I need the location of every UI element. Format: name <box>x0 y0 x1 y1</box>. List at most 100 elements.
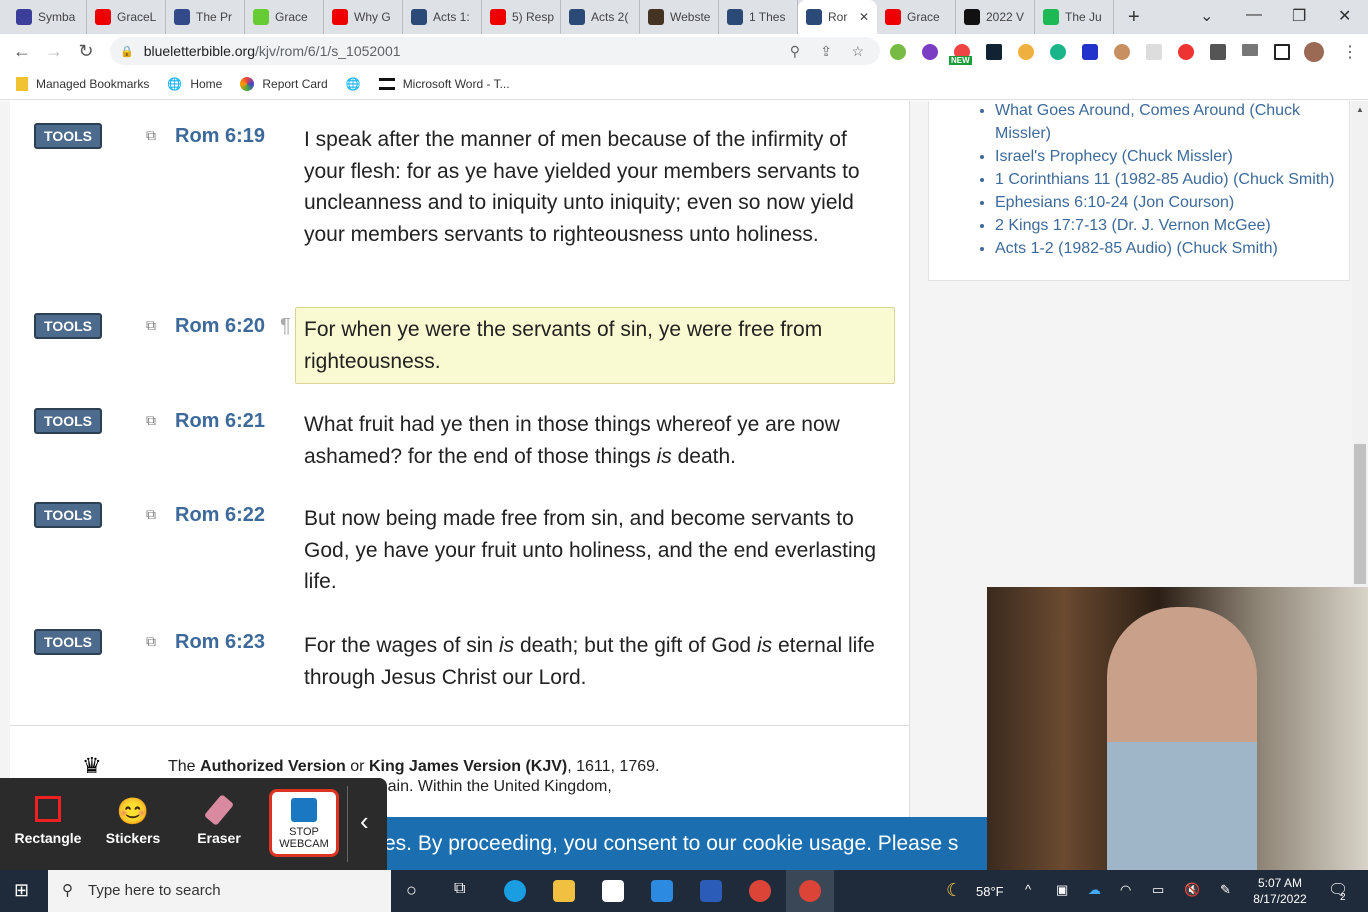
forward-icon[interactable]: → <box>38 41 70 62</box>
bookmark-star-icon[interactable]: ☆ <box>851 43 864 60</box>
tab-label: Symba <box>38 10 76 24</box>
sidebar-link[interactable]: Ephesians 6:10-24 (Jon Courson) <box>995 191 1349 214</box>
extension-icon[interactable] <box>922 44 938 60</box>
grammarly-icon[interactable] <box>1050 44 1066 60</box>
taskbar-search-input[interactable]: ⚲ Type here to search <box>48 870 391 912</box>
extension-icon[interactable] <box>1082 44 1098 60</box>
tab[interactable]: The Ju <box>1035 0 1114 34</box>
restore-button[interactable]: ❐ <box>1292 6 1306 26</box>
minimize-button[interactable]: — <box>1246 6 1262 24</box>
tab[interactable]: 2022 V <box>956 0 1035 34</box>
battery-icon[interactable]: ▭ <box>1152 882 1164 898</box>
verse-text[interactable]: For when ye were the servants of sin, ye… <box>295 307 895 385</box>
extension-icon[interactable] <box>1178 44 1194 60</box>
sidebar-link[interactable]: 1 Corinthians 11 (1982-85 Audio) (Chuck … <box>995 168 1349 191</box>
url-input[interactable]: 🔒 blueletterbible.org/kjv/rom/6/1/s_10520… <box>110 37 880 65</box>
close-window-button[interactable]: ✕ <box>1338 6 1351 26</box>
tab[interactable]: Why G <box>324 0 403 34</box>
reload-icon[interactable]: ↻ <box>70 41 102 62</box>
tools-button[interactable]: TOOLS <box>34 408 102 434</box>
eraser-tool[interactable]: Eraser <box>184 794 254 846</box>
verse-reference[interactable]: Rom 6:22 <box>175 504 265 527</box>
copy-icon[interactable]: ⧉ <box>146 412 156 429</box>
store-icon[interactable] <box>602 880 624 902</box>
sidebar-link[interactable]: Israel's Prophecy (Chuck Missler) <box>995 145 1349 168</box>
bookmark-globe[interactable]: 🌐 <box>346 77 361 91</box>
tools-button[interactable]: TOOLS <box>34 502 102 528</box>
bookmark-report-card[interactable]: Report Card <box>240 76 328 91</box>
scrollbar-thumb[interactable] <box>1354 444 1366 584</box>
verse-reference[interactable]: Rom 6:19 <box>175 125 265 148</box>
volume-muted-icon[interactable]: 🔇 <box>1184 882 1200 898</box>
sidebar-link[interactable]: 2 Kings 17:7-13 (Dr. J. Vernon McGee) <box>995 214 1349 237</box>
extension-icon[interactable] <box>1114 44 1130 60</box>
tab[interactable]: Acts 1: <box>403 0 482 34</box>
verse-reference[interactable]: Rom 6:21 <box>175 410 265 433</box>
onedrive-icon[interactable]: ☁ <box>1088 882 1101 898</box>
tab[interactable]: 1 Thes <box>719 0 798 34</box>
back-icon[interactable]: ← <box>6 41 38 62</box>
cortana-icon[interactable]: ○ <box>406 880 417 901</box>
copy-icon[interactable]: ⧉ <box>146 317 156 334</box>
tab[interactable]: Symba <box>8 0 87 34</box>
tray-chevron-icon[interactable]: ^ <box>1025 882 1031 897</box>
verse-reference[interactable]: Rom 6:20 <box>175 315 265 338</box>
pen-icon[interactable]: ✎ <box>1220 882 1231 898</box>
tab[interactable]: The Pr <box>166 0 245 34</box>
avatar[interactable] <box>1304 42 1324 62</box>
clock[interactable]: 5:07 AM 8/17/2022 <box>1250 875 1310 907</box>
tools-button[interactable]: TOOLS <box>34 123 102 149</box>
tab[interactable]: Ror ✕ <box>798 0 877 34</box>
tab[interactable]: Grace <box>877 0 956 34</box>
tab[interactable]: Webste <box>640 0 719 34</box>
verse-text[interactable]: For the wages of sin is death; but the g… <box>295 623 895 700</box>
bookmark-word[interactable]: Microsoft Word - T... <box>378 77 510 91</box>
chrome-icon[interactable] <box>749 880 771 902</box>
tools-button[interactable]: TOOLS <box>34 313 102 339</box>
extension-icon[interactable] <box>986 44 1002 60</box>
tab-search-icon[interactable]: ⌄ <box>1200 6 1213 26</box>
stop-webcam-button[interactable]: STOP WEBCAM <box>269 789 339 857</box>
copy-icon[interactable]: ⧉ <box>146 506 156 523</box>
location-icon[interactable]: ⚲ <box>790 43 800 60</box>
collapse-chevron-icon[interactable]: ‹ <box>360 806 369 837</box>
sidebar-link[interactable]: Acts 1-2 (1982-85 Audio) (Chuck Smith) <box>995 237 1349 260</box>
sidebar-link[interactable]: What Goes Around, Comes Around (Chuck Mi… <box>995 101 1349 145</box>
file-explorer-icon[interactable] <box>553 880 575 902</box>
edge-icon[interactable] <box>504 880 526 902</box>
verse-text[interactable]: What fruit had ye then in those things w… <box>295 402 895 479</box>
copy-icon[interactable]: ⧉ <box>146 633 156 650</box>
bookmark-managed[interactable]: Managed Bookmarks <box>16 76 149 91</box>
verse-reference[interactable]: Rom 6:23 <box>175 631 265 654</box>
tools-button[interactable]: TOOLS <box>34 629 102 655</box>
tab[interactable]: 5) Resp <box>482 0 561 34</box>
stickers-tool[interactable]: 😊 Stickers <box>98 796 168 846</box>
scroll-up-icon[interactable]: ▲ <box>1356 105 1364 114</box>
meet-icon[interactable]: ▣ <box>1056 882 1068 898</box>
tab[interactable]: GraceL <box>87 0 166 34</box>
extension-icon[interactable] <box>890 44 906 60</box>
windows-start-icon[interactable]: ⊞ <box>14 880 29 901</box>
wifi-icon[interactable]: ◠ <box>1120 882 1131 898</box>
share-icon[interactable]: ⇪ <box>820 43 832 60</box>
tab[interactable]: Grace <box>245 0 324 34</box>
mail-icon[interactable] <box>651 880 673 902</box>
task-view-icon[interactable]: ⧉ <box>454 880 465 898</box>
new-tab-button[interactable]: + <box>1128 6 1140 29</box>
rectangle-tool[interactable]: Rectangle <box>13 796 83 846</box>
menu-icon[interactable]: ⋮ <box>1342 42 1358 62</box>
tab[interactable]: Acts 2( <box>561 0 640 34</box>
copy-icon[interactable]: ⧉ <box>146 127 156 144</box>
verse-text[interactable]: I speak after the manner of men because … <box>295 117 895 258</box>
weather-temp[interactable]: 58°F <box>976 884 1004 899</box>
extension-icon[interactable] <box>1018 44 1034 60</box>
verse-text[interactable]: But now being made free from sin, and be… <box>295 496 895 605</box>
word-icon[interactable] <box>700 880 722 902</box>
tab-close-icon[interactable]: ✕ <box>859 10 869 24</box>
media-icon[interactable] <box>1242 44 1258 56</box>
extension-icon[interactable] <box>1146 44 1162 60</box>
bookmark-home[interactable]: 🌐 Home <box>167 77 222 91</box>
side-panel-icon[interactable] <box>1274 44 1290 60</box>
chrome-icon[interactable] <box>799 880 821 902</box>
puzzle-icon[interactable] <box>1210 44 1226 60</box>
